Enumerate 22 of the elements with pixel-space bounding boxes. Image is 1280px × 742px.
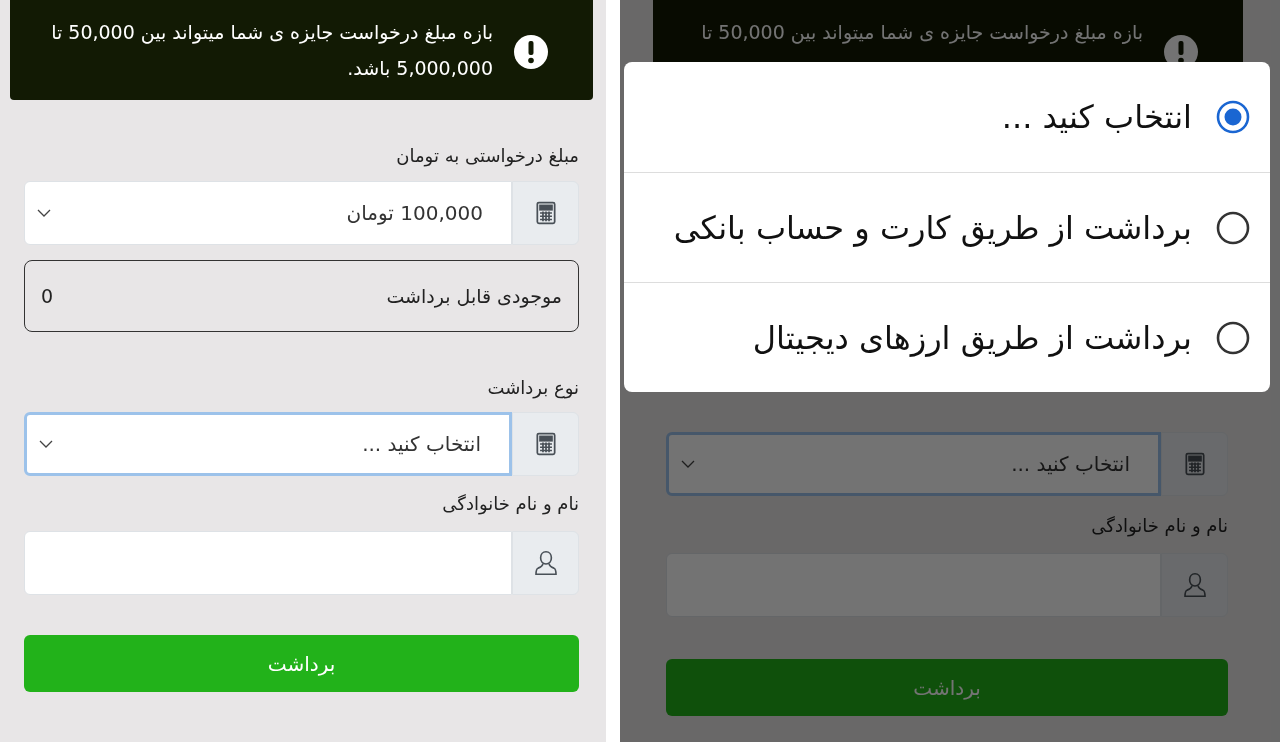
dialog-option[interactable]: برداشت از طریق ارزهای دیجیتال	[624, 282, 1270, 392]
select-field[interactable]: 100,000 تومان	[24, 181, 512, 245]
select-field[interactable]: انتخاب کنید ...	[24, 412, 512, 476]
radio-button[interactable]	[1216, 100, 1250, 134]
chevron-down-icon	[39, 440, 53, 448]
field-label: نوع برداشت	[487, 377, 579, 398]
name-input-field[interactable]	[24, 531, 512, 595]
chevron-down-icon	[681, 460, 695, 468]
dialog-option[interactable]: برداشت از طریق کارت و حساب بانکی	[624, 172, 1270, 282]
alert-text: بازه مبلغ درخواست جایزه ی شما میتواند بین 50,000 تا 5,000,000 باشد.	[50, 20, 493, 81]
radio-button[interactable]	[1216, 320, 1250, 355]
field-label: نام و نام خانوادگی	[1091, 515, 1228, 536]
field-label: مبلغ درخواستی به تومان	[396, 145, 579, 166]
balance-value: 0	[41, 283, 54, 309]
alert-text: بازه مبلغ درخواست جایزه ی شما میتواند بین 50,000 تا	[701, 20, 1143, 46]
chevron-down-icon	[37, 209, 51, 217]
field-label: نام و نام خانوادگی	[442, 493, 579, 514]
radio-button[interactable]	[1216, 210, 1250, 245]
balance-label: موجودی قابل برداشت	[386, 283, 562, 310]
exclamation-circle-icon	[513, 34, 549, 70]
dialog-option[interactable]: انتخاب کنید ...	[624, 62, 1270, 172]
select-field[interactable]: انتخاب کنید ...	[666, 432, 1161, 496]
